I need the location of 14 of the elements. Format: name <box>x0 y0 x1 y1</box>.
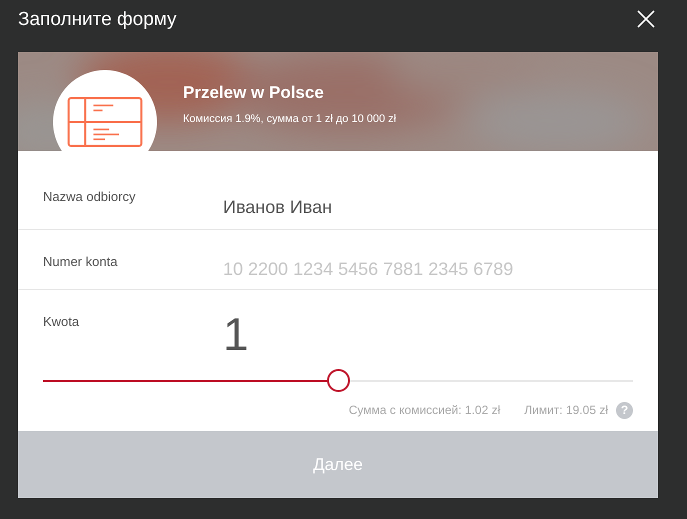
input-field[interactable]: 10 2200 1234 5456 7881 2345 6789 <box>223 250 563 289</box>
document-icon <box>67 96 143 148</box>
field-label: Nazwa odbiorcy <box>43 188 136 206</box>
input-field[interactable]: Иванов Иван <box>223 185 563 229</box>
slider-thumb[interactable] <box>327 369 350 392</box>
total-text: Сумма с комиссией: 1.02 zł <box>348 402 500 419</box>
window-title: Заполните форму <box>17 8 177 32</box>
field-label: Kwota <box>43 313 80 331</box>
transfer-title: Przelew w Polsce <box>183 82 325 104</box>
close-icon <box>636 8 656 29</box>
limit-text: Лимит: 19.05 zł <box>524 402 608 419</box>
field-label: Numer konta <box>43 253 118 271</box>
transfer-subtitle: Комиссия 1.9%, сумма от 1 zł до 10 000 zł <box>183 112 396 126</box>
amount-field[interactable]: 1 <box>223 300 323 369</box>
